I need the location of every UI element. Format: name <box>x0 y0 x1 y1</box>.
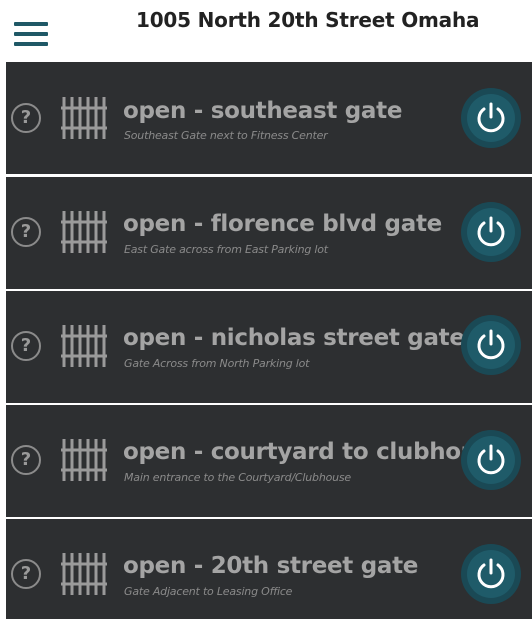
gate-row-florence-blvd: ? open - florence blvd gate East Gate ac… <box>6 177 532 289</box>
app-header: 1005 North 20th Street Omaha <box>0 0 532 62</box>
power-button[interactable] <box>461 88 521 148</box>
gate-row-20th-street: ? open - 20th street gate Gate Adjacent … <box>6 519 532 619</box>
gate-name: open - florence blvd gate <box>123 211 442 237</box>
gate-row-courtyard: ? open - courtyard to clubhou Main entra… <box>6 405 532 517</box>
gate-row-nicholas-street: ? open - nicholas street gate Gate Acros… <box>6 291 532 403</box>
gate-description: Main entrance to the Courtyard/Clubhouse <box>124 471 351 484</box>
gate-icon <box>61 439 107 481</box>
gate-name: open - nicholas street gate <box>123 325 465 351</box>
gate-icon <box>61 211 107 253</box>
gate-icon <box>61 553 107 595</box>
gate-row-southeast: ? open - southeast gate Southeast Gate n… <box>6 62 532 174</box>
gate-description: Southeast Gate next to Fitness Center <box>124 129 328 142</box>
help-icon[interactable]: ? <box>11 331 41 361</box>
power-button[interactable] <box>461 430 521 490</box>
gate-name: open - southeast gate <box>123 98 403 124</box>
power-button[interactable] <box>461 315 521 375</box>
gate-name: open - 20th street gate <box>123 553 419 579</box>
page-title: 1005 North 20th Street Omaha <box>136 8 480 32</box>
gate-list: ? open - southeast gate Southeast Gate n… <box>6 62 532 619</box>
power-button[interactable] <box>461 544 521 604</box>
help-icon[interactable]: ? <box>11 559 41 589</box>
help-icon[interactable]: ? <box>11 445 41 475</box>
hamburger-menu-icon[interactable] <box>14 22 48 46</box>
help-icon[interactable]: ? <box>11 103 41 133</box>
power-button[interactable] <box>461 202 521 262</box>
gate-name: open - courtyard to clubhou <box>123 439 477 465</box>
gate-icon <box>61 325 107 367</box>
power-icon <box>477 558 505 589</box>
power-icon <box>477 102 505 133</box>
gate-description: East Gate across from East Parking lot <box>124 243 328 256</box>
gate-description: Gate Adjacent to Leasing Office <box>124 585 293 598</box>
power-icon <box>477 216 505 247</box>
help-icon[interactable]: ? <box>11 217 41 247</box>
gate-icon <box>61 97 107 139</box>
gate-description: Gate Across from North Parking lot <box>124 357 310 370</box>
power-icon <box>477 329 505 360</box>
power-icon <box>477 444 505 475</box>
